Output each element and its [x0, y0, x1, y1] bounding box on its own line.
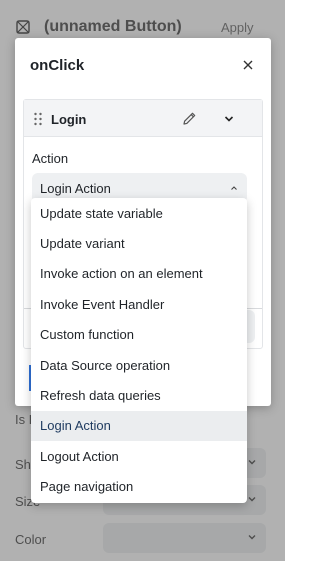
action-dropdown: Update state variable Update variant Inv… [31, 198, 247, 503]
modal-title: onClick [30, 57, 85, 74]
drag-handle-icon[interactable] [33, 112, 43, 126]
option-page-navigation[interactable]: Page navigation [31, 472, 247, 502]
edit-pencil-icon[interactable] [182, 111, 197, 126]
chevron-down-icon[interactable] [223, 113, 235, 125]
option-login-action[interactable]: Login Action [31, 410, 247, 442]
option-invoke-event-handler[interactable]: Invoke Event Handler [31, 289, 247, 319]
action-card-name: Login [51, 112, 87, 127]
option-logout-action[interactable]: Logout Action [31, 441, 247, 471]
option-invoke-action-on-element[interactable]: Invoke action on an element [31, 259, 247, 289]
chevron-up-icon [231, 186, 237, 190]
close-icon[interactable] [242, 59, 254, 71]
option-data-source-operation[interactable]: Data Source operation [31, 350, 247, 380]
option-refresh-data-queries[interactable]: Refresh data queries [31, 380, 247, 410]
option-custom-function[interactable]: Custom function [31, 320, 247, 350]
action-card-header[interactable]: Login [24, 100, 262, 137]
option-update-state-variable[interactable]: Update state variable [31, 198, 247, 228]
action-label: Action [32, 151, 69, 166]
action-select-value: Login Action [40, 181, 111, 196]
option-update-variant[interactable]: Update variant [31, 228, 247, 258]
